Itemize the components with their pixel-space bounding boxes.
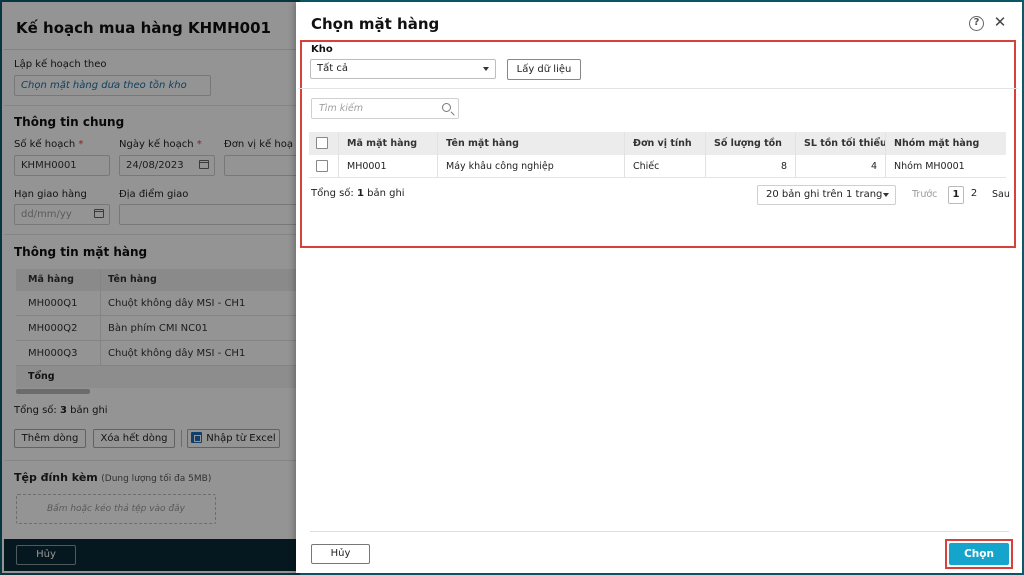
search-placeholder: Tìm kiếm — [319, 103, 363, 114]
header-min-stock: SL tồn tối thiểu — [795, 132, 885, 155]
cell-stock-qty: 8 — [705, 155, 795, 177]
search-icon[interactable] — [442, 103, 451, 112]
help-icon[interactable]: ? — [969, 16, 984, 31]
cancel-button[interactable]: Hủy — [311, 544, 370, 564]
row-select-cell — [309, 155, 338, 177]
record-count: Tổng số: 1 bản ghi — [311, 188, 405, 199]
divider — [298, 88, 1018, 89]
cell-unit: Chiếc — [624, 155, 705, 177]
chevron-down-icon — [483, 67, 489, 71]
page-1-button[interactable]: 1 — [948, 186, 964, 204]
table-header-row: Mã mặt hàng Tên mặt hàng Đơn vị tính Số … — [309, 132, 1006, 155]
select-all-checkbox[interactable] — [316, 137, 328, 149]
prev-page-button[interactable]: Trước — [912, 189, 937, 200]
modal-backdrop[interactable] — [0, 0, 300, 575]
cell-item-name: Máy khâu công nghiệp — [437, 155, 624, 177]
select-all-cell — [309, 132, 338, 155]
select-item-dialog: Chọn mặt hàng ? ✕ Kho Tất cả Lấy dữ liệu… — [296, 2, 1022, 573]
header-item-code: Mã mặt hàng — [338, 132, 437, 155]
close-icon[interactable]: ✕ — [993, 15, 1007, 31]
page-size-select[interactable]: 20 bản ghi trên 1 trang — [757, 185, 896, 205]
header-item-group: Nhóm mặt hàng — [885, 132, 1006, 155]
header-item-name: Tên mặt hàng — [437, 132, 624, 155]
page-size-value: 20 bản ghi trên 1 trang — [766, 189, 883, 200]
header-stock-qty: Số lượng tồn — [705, 132, 795, 155]
chevron-down-icon — [883, 193, 889, 197]
record-count-number: 1 — [356, 188, 364, 199]
next-page-button[interactable]: Sau — [992, 189, 1010, 200]
items-select-table: Mã mặt hàng Tên mặt hàng Đơn vị tính Số … — [309, 132, 1006, 178]
table-row[interactable]: MH0001 Máy khâu công nghiệp Chiếc 8 4 Nh… — [309, 155, 1006, 178]
cell-item-code: MH0001 — [338, 155, 437, 177]
page-2-button[interactable]: 2 — [966, 186, 982, 204]
choose-button[interactable]: Chọn — [949, 543, 1009, 565]
cell-min-stock: 4 — [795, 155, 885, 177]
record-count-prefix: Tổng số: — [311, 188, 357, 199]
footer-divider — [310, 531, 1009, 532]
dialog-title: Chọn mặt hàng — [311, 15, 440, 33]
warehouse-select-value: Tất cả — [317, 63, 348, 74]
row-checkbox[interactable] — [316, 160, 328, 172]
header-unit: Đơn vị tính — [624, 132, 705, 155]
warehouse-select[interactable]: Tất cả — [310, 59, 496, 79]
record-count-suffix: bản ghi — [363, 188, 405, 199]
fetch-data-button[interactable]: Lấy dữ liệu — [507, 59, 581, 80]
cell-item-group: Nhóm MH0001 — [885, 155, 1006, 177]
warehouse-label: Kho — [311, 44, 333, 55]
search-input[interactable]: Tìm kiếm — [311, 98, 459, 119]
